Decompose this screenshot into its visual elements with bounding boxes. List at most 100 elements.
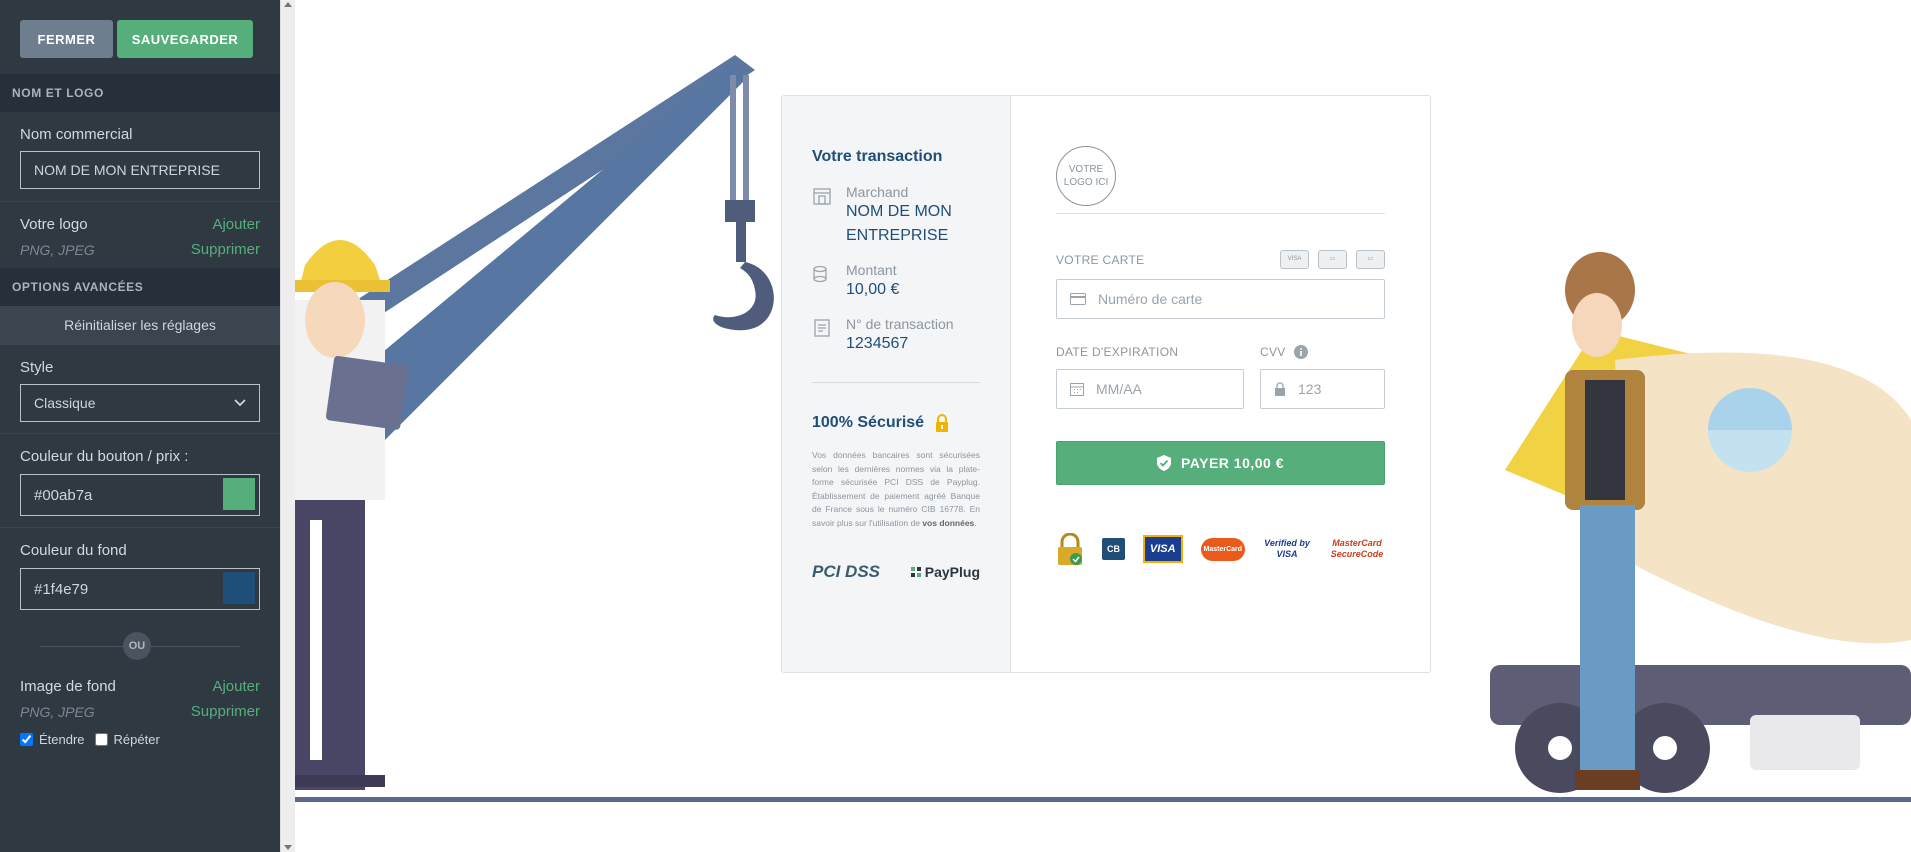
logo-field: Votre logo Ajouter PNG, JPEG Supprimer: [0, 202, 280, 268]
payplug-logo: PayPlug: [910, 564, 980, 580]
style-select[interactable]: Classique: [20, 384, 260, 422]
card-number-input[interactable]: Numéro de carte: [1056, 279, 1385, 319]
scroll-down-arrow-icon[interactable]: [284, 845, 292, 850]
payment-card: Votre transaction Marchand NOM DE MON EN…: [781, 95, 1431, 673]
style-select-value: Classique: [34, 395, 96, 411]
cvv-label: CVV: [1260, 345, 1286, 359]
sidebar-scrollbar[interactable]: [280, 0, 295, 852]
bg-color-swatch[interactable]: [223, 572, 255, 604]
logo-label: Votre logo: [20, 216, 88, 233]
cvv-placeholder: 123: [1298, 381, 1322, 397]
card-number-placeholder: Numéro de carte: [1098, 291, 1203, 307]
logo-add-link[interactable]: Ajouter: [212, 216, 260, 233]
sidebar-actions: FERMER SAUVEGARDER: [0, 0, 280, 74]
button-color-input[interactable]: #00ab7a: [20, 474, 260, 516]
cvv-input[interactable]: 123: [1260, 369, 1385, 409]
commercial-name-label: Nom commercial: [20, 126, 133, 143]
bg-color-input[interactable]: #1f4e79: [20, 568, 260, 610]
transaction-number-label: N° de transaction: [846, 316, 954, 332]
or-badge: OU: [123, 632, 151, 660]
bg-image-label: Image de fond: [20, 678, 116, 695]
section-title-name-logo: NOM ET LOGO: [0, 74, 280, 112]
chevron-down-icon: [234, 399, 246, 407]
bg-image-remove-link[interactable]: Supprimer: [191, 703, 260, 720]
bg-image-add-link[interactable]: Ajouter: [212, 678, 260, 695]
secure-lock-badge-icon: [1058, 533, 1082, 565]
coins-icon: [813, 265, 827, 283]
expiry-placeholder: MM/AA: [1096, 381, 1142, 397]
transaction-title: Votre transaction: [812, 148, 943, 165]
amount-row: Montant 10,00 €: [812, 262, 980, 302]
cvv-label-row: CVV: [1260, 345, 1385, 359]
expiry-label: DATE D'EXPIRATION: [1056, 345, 1179, 359]
merchant-label: Marchand: [846, 184, 909, 200]
logo-remove-link[interactable]: Supprimer: [191, 241, 260, 258]
cb-card-icon: ▭: [1356, 250, 1385, 269]
or-divider: OU: [0, 624, 280, 668]
repeat-checkbox[interactable]: [94, 733, 108, 746]
expiry-input[interactable]: MM/AA: [1056, 369, 1244, 409]
store-icon: [813, 188, 831, 205]
bg-color-label: Couleur du fond: [20, 542, 127, 559]
bg-image-formats-hint: PNG, JPEG: [20, 703, 95, 720]
commercial-name-input[interactable]: NOM DE MON ENTREPRISE: [20, 151, 260, 189]
calendar-icon: [1070, 383, 1084, 396]
mastercard-card-icon: ▭: [1318, 250, 1347, 269]
button-color-swatch[interactable]: [223, 478, 255, 510]
pay-button-label: PAYER 10,00 €: [1180, 455, 1284, 471]
card-header: VOTRE CARTE VISA ▭ ▭: [1056, 250, 1385, 269]
bg-color-field: Couleur du fond #1f4e79: [0, 528, 280, 610]
logo-divider: [1056, 213, 1385, 214]
merchant-logo-placeholder: VOTRE LOGO ICI: [1056, 146, 1116, 206]
cb-logo: CB: [1101, 538, 1125, 560]
save-button[interactable]: SAUVEGARDER: [117, 20, 253, 58]
secure-heading: 100% Sécurisé: [812, 413, 980, 433]
pay-button[interactable]: PAYER 10,00 €: [1056, 441, 1385, 485]
payplug-icon: [910, 567, 921, 577]
card-label: VOTRE CARTE: [1056, 252, 1145, 267]
bg-image-options: Étendre Répéter: [20, 732, 260, 747]
verified-by-visa-logo: Verified by VISA: [1264, 538, 1310, 559]
close-button[interactable]: FERMER: [20, 20, 113, 58]
ground-line: [295, 797, 1911, 802]
button-color-value: #00ab7a: [34, 486, 93, 504]
reset-settings-button[interactable]: Réinitialiser les réglages: [0, 306, 280, 345]
expiry-cvv-row: DATE D'EXPIRATION MM/AA CVV 123: [1056, 345, 1385, 409]
button-color-label: Couleur du bouton / prix :: [20, 448, 189, 465]
info-icon[interactable]: [1293, 345, 1308, 359]
payplug-label: PayPlug: [924, 564, 980, 580]
lock-icon: [936, 414, 949, 432]
mastercard-securecode-logo: MasterCard SecureCode: [1330, 538, 1384, 559]
amount-label: Montant: [846, 262, 897, 278]
secure-description: Vos données bancaires sont sécurisées se…: [812, 450, 980, 528]
settings-sidebar: FERMER SAUVEGARDER NOM ET LOGO Nom comme…: [0, 0, 280, 852]
merchant-value: NOM DE MON ENTREPRISE: [846, 203, 952, 244]
amount-value: 10,00 €: [846, 281, 900, 298]
padlock-icon: [1275, 382, 1285, 396]
secure-title: 100% Sécurisé: [812, 414, 925, 431]
privacy-link[interactable]: vos données: [922, 518, 974, 528]
credit-card-icon: [1070, 293, 1086, 305]
worker-left-illustration: [295, 240, 409, 790]
pci-dss-logo: PCI DSS: [812, 562, 881, 581]
visa-card-icon: VISA: [1280, 250, 1309, 269]
section-title-advanced: OPTIONS AVANCÉES: [0, 268, 280, 306]
payment-page-preview: Votre transaction Marchand NOM DE MON EN…: [295, 0, 1911, 852]
button-color-field: Couleur du bouton / prix : #00ab7a: [0, 434, 280, 528]
transaction-number-row: N° de transaction 1234567: [812, 316, 980, 356]
merchant-row: Marchand NOM DE MON ENTREPRISE: [812, 184, 980, 248]
certification-logos: PCI DSS PayPlug: [812, 562, 980, 582]
stretch-checkbox[interactable]: [20, 733, 33, 746]
accepted-cards: VISA ▭ ▭: [1280, 250, 1385, 269]
repeat-label: Répéter: [113, 732, 160, 747]
mastercard-logo: MasterCard: [1200, 537, 1246, 561]
summary-divider: [812, 382, 980, 383]
transaction-summary: Votre transaction Marchand NOM DE MON EN…: [782, 96, 1011, 672]
commercial-name-field: Nom commercial NOM DE MON ENTREPRISE: [0, 112, 280, 202]
scroll-up-arrow-icon[interactable]: [284, 2, 292, 7]
style-label: Style: [20, 359, 54, 376]
bg-image-field: Image de fond Ajouter PNG, JPEG Supprime…: [0, 668, 280, 755]
logo-formats-hint: PNG, JPEG: [20, 241, 95, 258]
man-right-illustration: [1490, 252, 1911, 793]
shield-check-icon: [1156, 455, 1171, 471]
